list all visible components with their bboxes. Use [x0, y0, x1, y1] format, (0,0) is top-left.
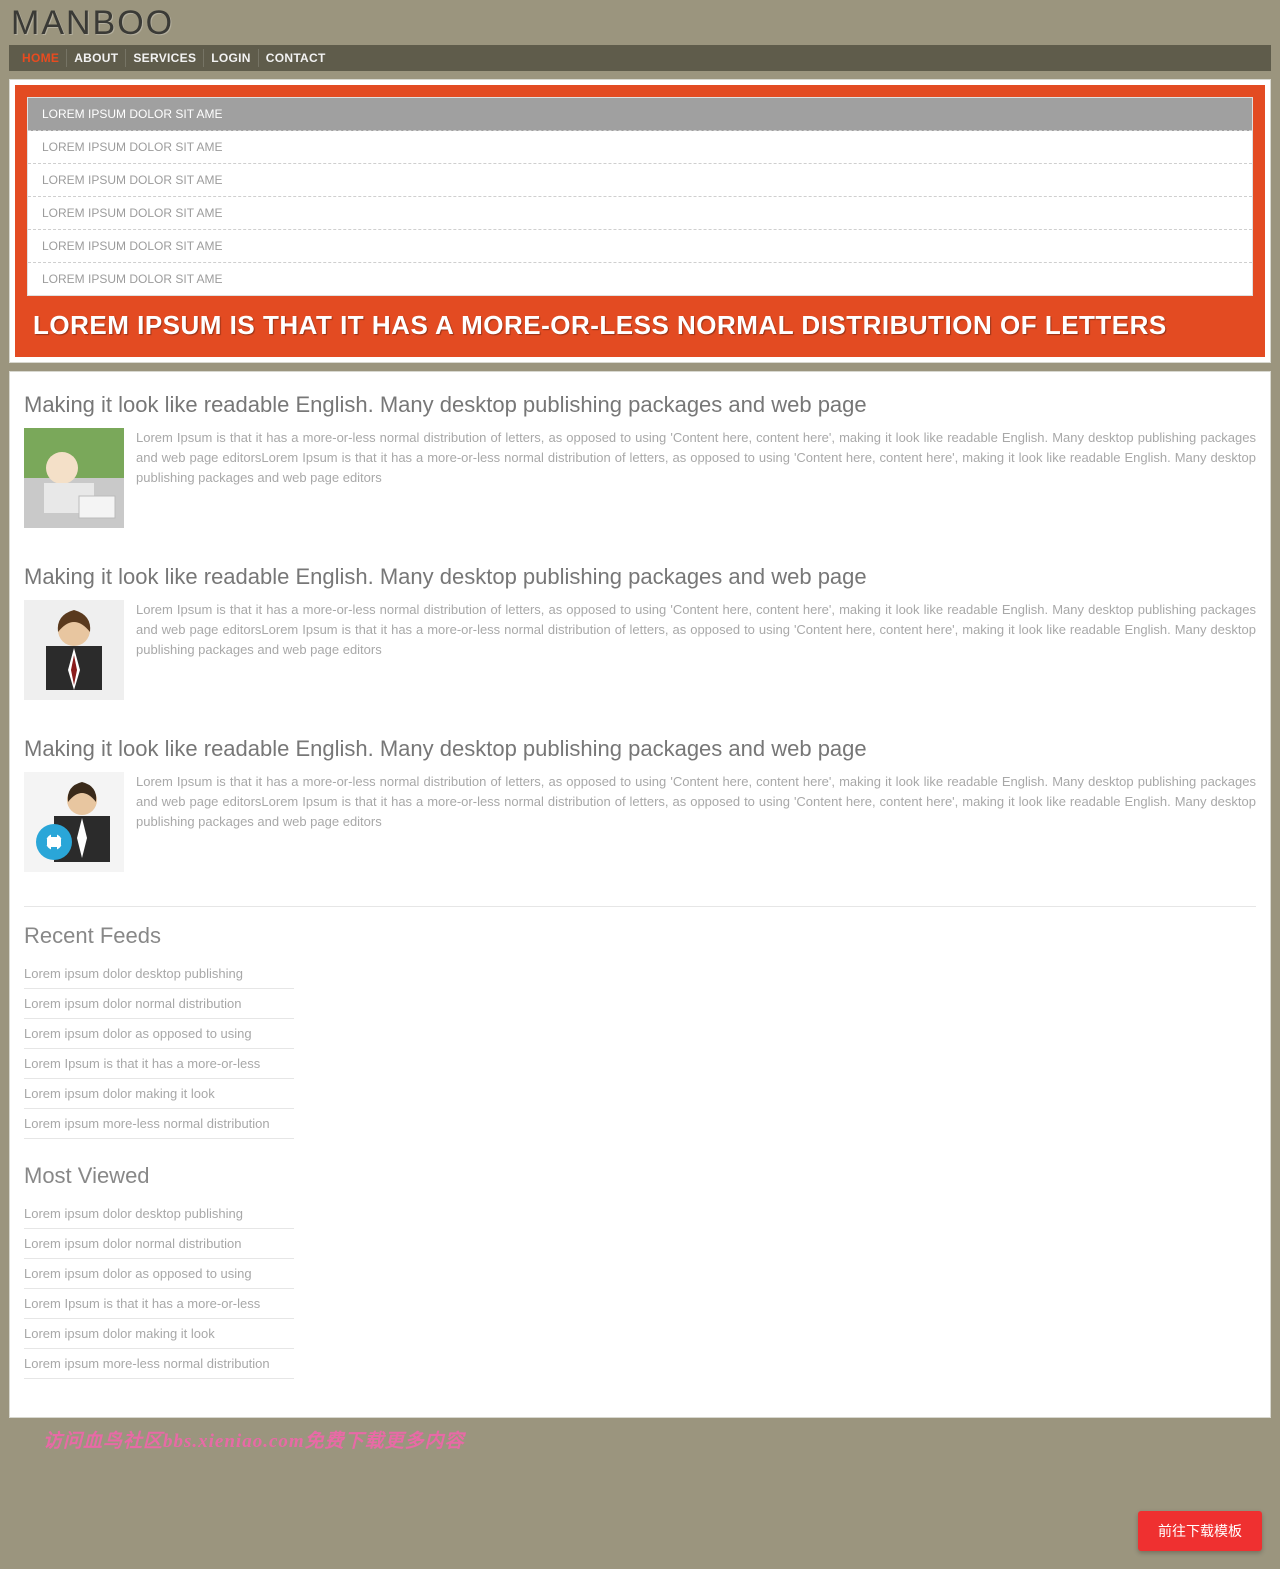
article-body: Lorem Ipsum is that it has a more-or-les… — [24, 772, 1256, 832]
article-body: Lorem Ipsum is that it has a more-or-les… — [24, 600, 1256, 660]
hero-tab[interactable]: LOREM IPSUM DOLOR SIT AME — [28, 263, 1252, 295]
list-item[interactable]: Lorem Ipsum is that it has a more-or-les… — [24, 1289, 294, 1319]
feed-link[interactable]: Lorem ipsum dolor normal distribution — [24, 996, 241, 1011]
article-thumb — [24, 600, 124, 700]
nav-link[interactable]: LOGIN — [211, 51, 251, 65]
article-heading: Making it look like readable English. Ma… — [24, 564, 1256, 590]
nav-list: HOME ABOUT SERVICES LOGIN CONTACT — [15, 49, 1265, 67]
main-nav: HOME ABOUT SERVICES LOGIN CONTACT — [9, 45, 1271, 71]
hero-tab-list: LOREM IPSUM DOLOR SIT AME LOREM IPSUM DO… — [27, 97, 1253, 296]
list-item[interactable]: Lorem ipsum dolor as opposed to using — [24, 1259, 294, 1289]
feed-link[interactable]: Lorem Ipsum is that it has a more-or-les… — [24, 1296, 260, 1311]
list-item[interactable]: Lorem ipsum dolor as opposed to using — [24, 1019, 294, 1049]
article-thumb — [24, 428, 124, 528]
hero-tab[interactable]: LOREM IPSUM DOLOR SIT AME — [28, 164, 1252, 197]
section-title: Recent Feeds — [24, 923, 1256, 949]
list-item[interactable]: Lorem ipsum dolor desktop publishing — [24, 1199, 294, 1229]
hero-tab[interactable]: LOREM IPSUM DOLOR SIT AME — [28, 230, 1252, 263]
article-thumb — [24, 772, 124, 872]
list-item[interactable]: Lorem ipsum dolor normal distribution — [24, 1229, 294, 1259]
list-item[interactable]: Lorem Ipsum is that it has a more-or-les… — [24, 1049, 294, 1079]
most-viewed-section: Most Viewed Lorem ipsum dolor desktop pu… — [24, 1163, 1256, 1379]
article-body: Lorem Ipsum is that it has a more-or-les… — [24, 428, 1256, 488]
footer-banner: 访问血鸟社区bbs.xieniao.com免费下载更多内容 — [9, 1424, 1271, 1463]
nav-link[interactable]: HOME — [22, 51, 59, 65]
feed-link[interactable]: Lorem ipsum dolor making it look — [24, 1326, 215, 1341]
list-item[interactable]: Lorem ipsum dolor normal distribution — [24, 989, 294, 1019]
list-item[interactable]: Lorem ipsum more-less normal distributio… — [24, 1349, 294, 1379]
list-item[interactable]: Lorem ipsum more-less normal distributio… — [24, 1109, 294, 1139]
download-template-button[interactable]: 前往下载模板 — [1138, 1511, 1262, 1551]
feed-link[interactable]: Lorem ipsum dolor desktop publishing — [24, 966, 243, 981]
nav-link[interactable]: SERVICES — [133, 51, 196, 65]
hero-tab[interactable]: LOREM IPSUM DOLOR SIT AME — [28, 131, 1252, 164]
nav-item-home[interactable]: HOME — [15, 49, 66, 67]
section-title: Most Viewed — [24, 1163, 1256, 1189]
feed-link[interactable]: Lorem ipsum dolor making it look — [24, 1086, 215, 1101]
recent-feeds-list: Lorem ipsum dolor desktop publishing Lor… — [24, 959, 1256, 1139]
feed-link[interactable]: Lorem ipsum dolor desktop publishing — [24, 1206, 243, 1221]
hero-card: LOREM IPSUM DOLOR SIT AME LOREM IPSUM DO… — [9, 79, 1271, 363]
article: Making it look like readable English. Ma… — [24, 552, 1256, 724]
list-item[interactable]: Lorem ipsum dolor desktop publishing — [24, 959, 294, 989]
hero-panel: LOREM IPSUM DOLOR SIT AME LOREM IPSUM DO… — [13, 83, 1267, 359]
feed-link[interactable]: Lorem ipsum more-less normal distributio… — [24, 1356, 270, 1371]
article: Making it look like readable English. Ma… — [24, 380, 1256, 552]
feed-link[interactable]: Lorem Ipsum is that it has a more-or-les… — [24, 1056, 260, 1071]
recent-feeds-section: Recent Feeds Lorem ipsum dolor desktop p… — [24, 923, 1256, 1139]
nav-item-login[interactable]: LOGIN — [203, 49, 258, 67]
article-heading: Making it look like readable English. Ma… — [24, 736, 1256, 762]
divider — [24, 906, 1256, 907]
list-item[interactable]: Lorem ipsum dolor making it look — [24, 1079, 294, 1109]
feed-link[interactable]: Lorem ipsum more-less normal distributio… — [24, 1116, 270, 1131]
most-viewed-list: Lorem ipsum dolor desktop publishing Lor… — [24, 1199, 1256, 1379]
hero-tab[interactable]: LOREM IPSUM DOLOR SIT AME — [28, 98, 1252, 131]
feed-link[interactable]: Lorem ipsum dolor as opposed to using — [24, 1266, 252, 1281]
nav-item-services[interactable]: SERVICES — [125, 49, 203, 67]
nav-item-about[interactable]: ABOUT — [66, 49, 125, 67]
hero-tab[interactable]: LOREM IPSUM DOLOR SIT AME — [28, 197, 1252, 230]
list-item[interactable]: Lorem ipsum dolor making it look — [24, 1319, 294, 1349]
nav-item-contact[interactable]: CONTACT — [258, 49, 333, 67]
feed-link[interactable]: Lorem ipsum dolor normal distribution — [24, 1236, 241, 1251]
hero-headline: LOREM IPSUM IS THAT IT HAS A MORE-OR-LES… — [27, 296, 1253, 345]
article: Making it look like readable English. Ma… — [24, 724, 1256, 896]
article-heading: Making it look like readable English. Ma… — [24, 392, 1256, 418]
feed-link[interactable]: Lorem ipsum dolor as opposed to using — [24, 1026, 252, 1041]
nav-link[interactable]: CONTACT — [266, 51, 326, 65]
site-logo[interactable]: MANBOO — [9, 0, 1271, 45]
nav-link[interactable]: ABOUT — [74, 51, 118, 65]
content-area: Making it look like readable English. Ma… — [9, 371, 1271, 1418]
